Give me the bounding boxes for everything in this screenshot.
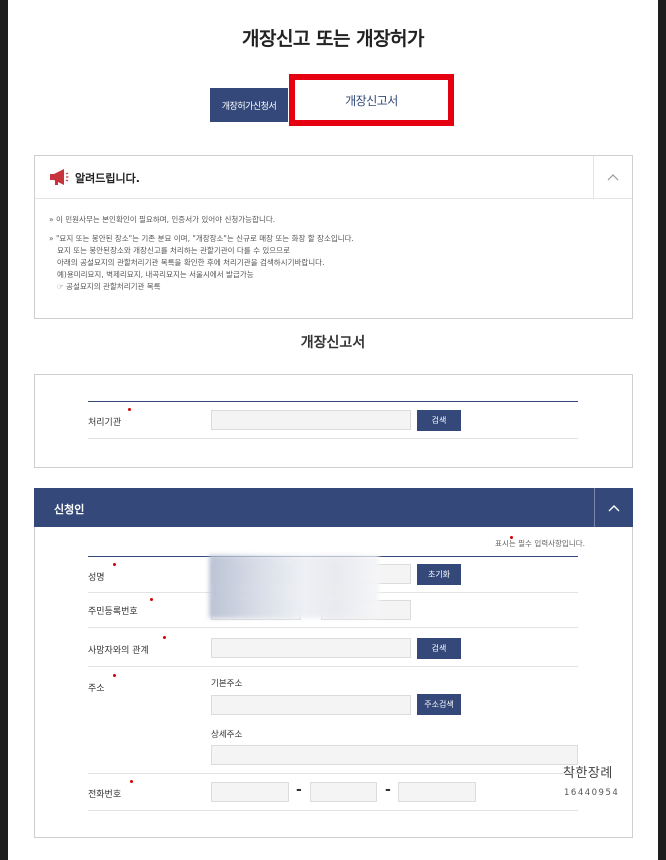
watermark-name: 착한장례 <box>563 766 613 781</box>
required-dot <box>113 563 116 566</box>
chevron-up-icon <box>607 174 619 181</box>
required-note: 표시는 필수 입력사항입니다. <box>495 539 585 548</box>
tab-report-form[interactable]: 개장신고서 <box>295 80 448 120</box>
resident-number-label: 주민등록번호 <box>88 607 138 617</box>
basic-address-label: 기본주소 <box>211 679 243 689</box>
required-dot <box>130 780 133 783</box>
required-dot <box>150 598 153 601</box>
chevron-up-icon <box>608 504 620 511</box>
detail-address-label: 상세주소 <box>211 730 243 740</box>
notice-title: 알려드립니다. <box>75 172 140 185</box>
phone-separator: - <box>296 782 302 798</box>
name-label: 성명 <box>88 573 105 583</box>
phone-separator: - <box>385 782 391 798</box>
applicant-title: 신청인 <box>54 503 85 516</box>
public-cemetery-link[interactable]: ☞ 공설묘지의 관할처리기관 목록 <box>49 281 622 293</box>
divider <box>88 401 578 402</box>
divider <box>88 666 578 667</box>
required-dot <box>128 408 131 411</box>
page-container: 개장신고 또는 개장허가 개장허가신청서 개장신고서 알려드립니다. » 이 민… <box>8 0 658 860</box>
phone-part3-input[interactable] <box>398 782 476 802</box>
notice-header[interactable]: 알려드립니다. <box>35 156 632 199</box>
divider <box>88 773 578 774</box>
watermark-number: 16440954 <box>564 788 620 798</box>
notice-panel: 알려드립니다. » 이 민원사무는 본인확인이 필요하며, 인증서가 있어야 신… <box>34 155 633 319</box>
phone-label: 전화번호 <box>88 790 122 800</box>
form-heading: 개장신고서 <box>300 335 366 351</box>
tab-permit-application[interactable]: 개장허가신청서 <box>210 88 288 122</box>
basic-address-input[interactable] <box>211 695 411 715</box>
notice-line: » 이 민원사무는 본인확인이 필요하며, 인증서가 있어야 신청가능합니다. <box>49 215 276 224</box>
detail-address-input[interactable] <box>211 745 578 765</box>
notice-line: 아래의 공설묘지의 관할처리기관 목록을 확인한 후에 처리기관을 검색하시기바… <box>57 258 325 267</box>
applicant-collapse-toggle[interactable] <box>594 488 633 527</box>
phone-part1-input[interactable] <box>211 782 289 802</box>
notice-line: 묘지 또는 봉안된장소와 개장신고를 처리하는 관할기관이 다를 수 있으므로 <box>57 246 290 255</box>
reset-button[interactable]: 초기화 <box>417 564 461 585</box>
address-label: 주소 <box>88 684 105 694</box>
notice-line: » "묘지 또는 봉안된 장소"는 기존 분묘 이며, "개장장소"는 신규로 … <box>49 234 354 243</box>
highlight-frame: 개장신고서 <box>289 74 454 126</box>
required-dot <box>113 674 116 677</box>
megaphone-icon <box>50 169 69 185</box>
relation-search-button[interactable]: 검색 <box>417 638 461 659</box>
phone-part2-input[interactable] <box>310 782 377 802</box>
page-title: 개장신고 또는 개장허가 <box>241 28 425 50</box>
required-dot <box>163 636 166 639</box>
agency-search-button[interactable]: 검색 <box>417 410 461 431</box>
notice-collapse-toggle[interactable] <box>593 156 632 198</box>
agency-label: 처리기관 <box>88 418 122 428</box>
divider <box>88 627 578 628</box>
divider <box>88 438 578 439</box>
redacted-area <box>209 555 379 618</box>
agency-input[interactable] <box>211 410 411 430</box>
notice-line: 예)용미리묘지, 벽제리묘지, 내곡리묘지는 서울시에서 발급가능 <box>57 270 254 279</box>
relation-input[interactable] <box>211 638 411 658</box>
divider <box>88 810 578 811</box>
notice-body: » 이 민원사무는 본인확인이 필요하며, 인증서가 있어야 신청가능합니다. … <box>49 214 622 293</box>
address-search-button[interactable]: 주소검색 <box>417 694 461 715</box>
applicant-header[interactable]: 신청인 <box>34 488 633 527</box>
relation-label: 사망자와의 관계 <box>88 646 149 656</box>
